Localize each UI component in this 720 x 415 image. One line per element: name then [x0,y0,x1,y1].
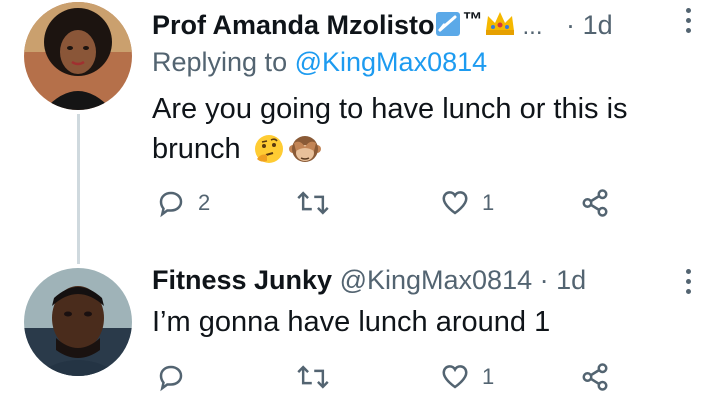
tweet-text: Are you going to have lunch or this is b… [152,89,628,169]
reply-button[interactable]: 2 [156,188,210,218]
name-truncation: ... [522,13,543,40]
more-options-icon[interactable] [683,8,693,33]
heart-icon [442,191,468,215]
tweet-1-actions: 2 1 [152,186,622,226]
like-count: 1 [482,190,495,215]
author-name[interactable]: Prof Amanda Mzolisto [152,10,435,40]
tweet-time[interactable]: 1d [556,265,586,295]
author-name[interactable]: Fitness Junky [152,265,332,295]
share-button[interactable] [580,188,610,218]
tweet-time[interactable]: 1d [583,10,613,40]
see-no-evil-monkey-emoji-icon [288,136,321,162]
share-icon [582,189,608,217]
replying-handle-link[interactable]: @KingMax0814 [295,47,488,77]
tweet-2[interactable]: Fitness Junky @KingMax0814 · 1d I’m gonn… [0,260,720,415]
tweet-2-header: Fitness Junky @KingMax0814 · 1d [152,264,586,296]
avatar-prof-amanda[interactable] [24,2,132,110]
crown-badge [483,9,517,44]
avatar-fitness-junky[interactable] [24,268,132,376]
like-button[interactable]: 1 [440,188,494,218]
tweet-1[interactable]: Prof Amanda Mzolisto ™ ... · 1d Replying… [0,0,720,260]
tweet-text: I’m gonna have lunch around 1 [152,302,550,342]
thinking-face-emoji-icon [254,135,283,163]
separator-dot: · [566,10,576,40]
author-handle[interactable]: @KingMax0814 [340,265,533,295]
replying-to: Replying to @KingMax0814 [152,46,487,78]
separator-dot: · [539,265,549,295]
reply-count: 2 [198,190,211,215]
tweet-text-line-1: I’m gonna have lunch around 1 [152,306,551,338]
crown-emoji-icon [485,12,514,35]
check-box-emoji-icon [435,12,460,36]
retweet-icon [297,365,329,389]
like-button[interactable]: 1 [440,362,494,392]
tweet-text-line-2: brunch [152,133,241,165]
reply-button[interactable] [156,362,198,392]
replying-prefix: Replying to [152,47,288,77]
heart-icon [442,365,468,389]
share-icon [582,363,608,391]
avatar-image [24,268,132,376]
more-options-icon[interactable] [683,269,693,294]
avatar-image [24,2,132,110]
thread-connector-line [77,114,80,264]
like-count: 1 [482,364,495,389]
reply-icon [159,191,183,218]
tweet-text-line-1: Are you going to have lunch or this is [152,93,628,125]
tweet-1-header: Prof Amanda Mzolisto ™ ... · 1d [152,4,613,44]
retweet-button[interactable] [297,189,341,217]
share-button[interactable] [580,362,610,392]
retweet-button[interactable] [297,363,341,391]
trademark-symbol: ™ [462,9,483,31]
tweet-2-actions: 1 [152,360,622,400]
reply-icon [159,365,183,392]
verified-badges [435,11,463,44]
retweet-icon [297,191,329,215]
